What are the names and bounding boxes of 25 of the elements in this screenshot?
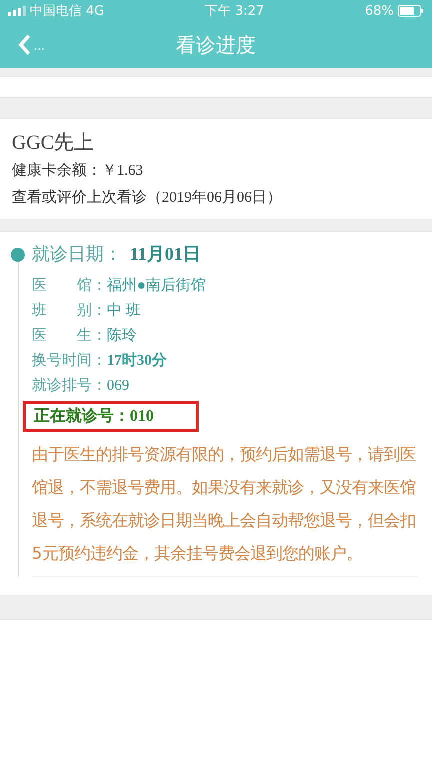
carrier-text: 中国电信 4G (30, 3, 104, 20)
chevron-left-icon (18, 34, 32, 56)
last-visit-link[interactable]: 查看或评价上次看诊（2019年06月06日） (12, 188, 422, 207)
signal-icon (8, 6, 26, 16)
battery-percent: 68% (365, 4, 394, 18)
current-number: 正在就诊号：010 (23, 401, 199, 432)
patient-name: GGC先上 (12, 131, 96, 153)
field-value: 中 班 (107, 302, 141, 320)
timeline-dot-icon (11, 248, 25, 262)
notice-text: 由于医生的排号资源有限的，预约后如需退号，请到医馆退，不需退号费用。如果没有来就诊，又没有来医馆退号，系统在就诊日期当晚上会自动帮您退号，但会扣5元预约违约金，其余挂号费会退到您的账户。 (32, 438, 418, 577)
field-label: 医 生： (32, 326, 107, 345)
status-time: 下午 3:27 (205, 3, 264, 20)
field-label: 班 别： (32, 301, 107, 320)
field-label: 换号时间： (32, 351, 107, 370)
date-label: 就诊日期： (32, 243, 122, 266)
field-value: 福州●南后街馆 (107, 276, 206, 295)
battery-icon (398, 5, 424, 17)
field-value: 陈玲 (107, 326, 137, 345)
field-value: 17时30分 (107, 351, 167, 370)
field-value: 069 (107, 378, 130, 395)
visit-date: 11月01日 (130, 243, 202, 266)
page-title: 看诊进度 (176, 32, 256, 56)
field-label: 就诊排号： (32, 376, 107, 395)
field-label: 医 馆： (32, 276, 107, 295)
balance-text: 健康卡余额：￥1.63 (12, 162, 144, 180)
